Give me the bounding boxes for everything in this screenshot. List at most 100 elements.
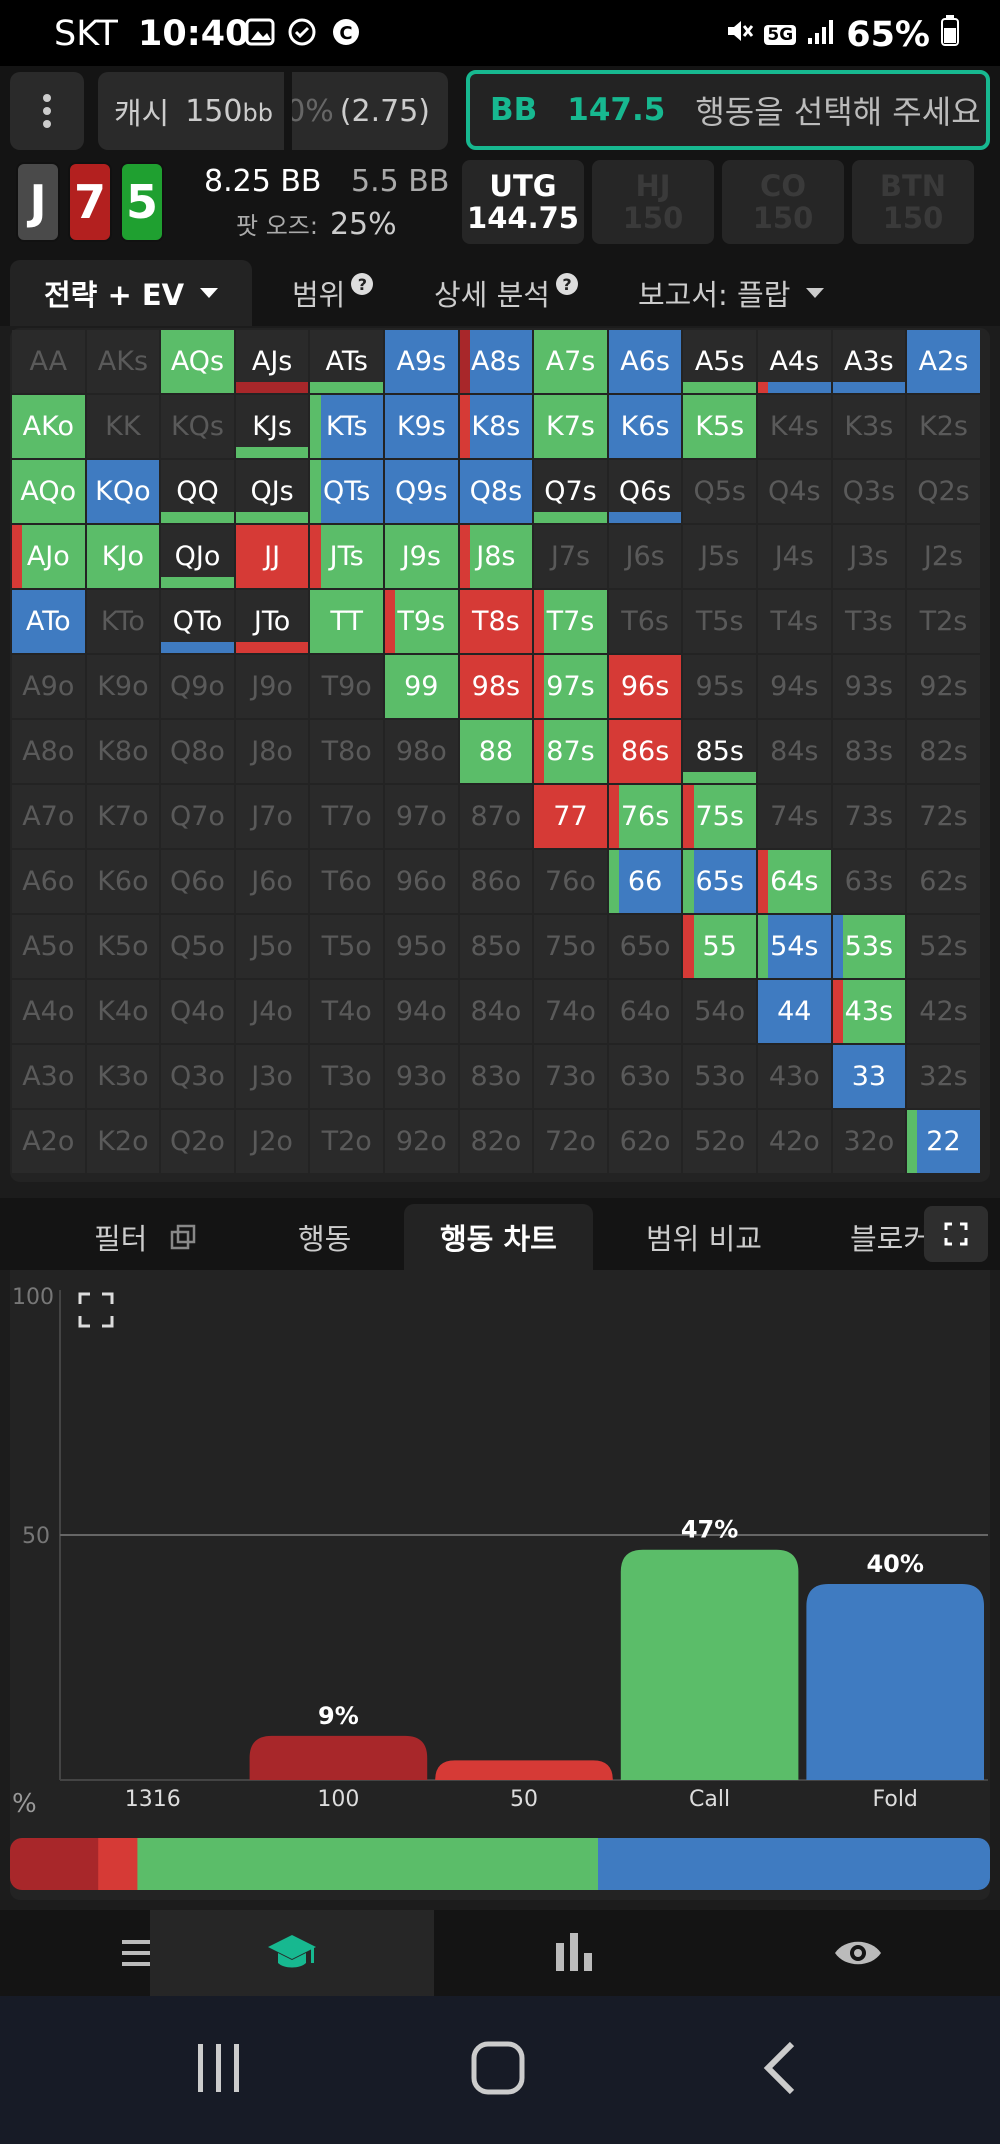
hand-cell[interactable]: K5s xyxy=(683,395,756,458)
hand-cell[interactable]: 65s xyxy=(683,850,756,913)
hand-cell[interactable]: QTs xyxy=(310,460,383,523)
hand-cell[interactable]: Q5o xyxy=(161,915,234,978)
hand-cell[interactable]: 64o xyxy=(608,980,682,1043)
hand-cell[interactable]: J7o xyxy=(235,785,309,848)
hand-cell[interactable]: T4s xyxy=(758,590,831,653)
hand-cell[interactable]: Q3s xyxy=(832,460,906,523)
hand-cell[interactable]: 74s xyxy=(758,785,831,848)
game-type-selector[interactable]: 캐시 150bb xyxy=(98,72,284,150)
tab-range[interactable]: 범위? xyxy=(292,260,374,326)
hand-cell[interactable]: TT xyxy=(310,590,383,653)
hand-cell[interactable]: AQs xyxy=(161,330,234,393)
hand-cell[interactable]: 53o xyxy=(683,1045,756,1108)
hand-cell[interactable]: 32o xyxy=(832,1110,906,1173)
hand-cell[interactable]: 82s xyxy=(907,720,980,783)
hand-cell[interactable]: QQ xyxy=(161,460,234,523)
hand-cell[interactable]: 85o xyxy=(459,915,533,978)
hand-cell[interactable]: K3o xyxy=(86,1045,160,1108)
hand-cell[interactable]: T6o xyxy=(310,850,383,913)
hand-cell[interactable]: K2s xyxy=(907,395,980,458)
hand-cell[interactable]: Q2s xyxy=(907,460,980,523)
position-btn[interactable]: BTN 150 xyxy=(852,160,974,244)
hand-cell[interactable]: Q8s xyxy=(459,460,533,523)
hand-cell[interactable]: 64s xyxy=(758,850,831,913)
hand-cell[interactable]: J7s xyxy=(534,525,607,588)
hand-cell[interactable]: K8o xyxy=(86,720,160,783)
board-card-2[interactable]: 7 xyxy=(68,162,112,242)
hand-cell[interactable]: QJs xyxy=(235,460,309,523)
hand-cell[interactable]: 66 xyxy=(608,850,682,913)
hand-cell[interactable]: T8o xyxy=(310,720,383,783)
hand-cell[interactable]: Q4o xyxy=(161,980,234,1043)
hand-cell[interactable]: A7o xyxy=(12,785,85,848)
board-card-3[interactable]: 5 xyxy=(120,162,164,242)
hand-cell[interactable]: 93s xyxy=(832,655,906,718)
hand-cell[interactable]: T3s xyxy=(832,590,906,653)
hand-cell[interactable]: 98o xyxy=(385,720,458,783)
recents-icon[interactable] xyxy=(194,2042,244,2094)
hand-cell[interactable]: 96s xyxy=(608,655,682,718)
hand-cell[interactable]: 54s xyxy=(758,915,831,978)
hand-cell[interactable]: A6o xyxy=(12,850,85,913)
hand-cell[interactable]: 72o xyxy=(534,1110,607,1173)
hand-cell[interactable]: 88 xyxy=(459,720,533,783)
hand-cell[interactable]: JTo xyxy=(235,590,309,653)
hand-cell[interactable]: J4s xyxy=(758,525,831,588)
hand-cell[interactable]: AA xyxy=(12,330,85,393)
hand-cell[interactable]: 86s xyxy=(608,720,682,783)
hand-cell[interactable]: K6s xyxy=(608,395,682,458)
hand-cell[interactable]: K7s xyxy=(534,395,607,458)
tab-blocker[interactable]: 블로커 xyxy=(850,1204,926,1270)
hand-cell[interactable]: 62o xyxy=(608,1110,682,1173)
hand-cell[interactable]: T6s xyxy=(608,590,682,653)
hand-cell[interactable]: 76s xyxy=(608,785,682,848)
hand-cell[interactable]: A4o xyxy=(12,980,85,1043)
hand-cell[interactable]: 42s xyxy=(907,980,980,1043)
hand-cell[interactable]: K3s xyxy=(832,395,906,458)
hand-cell[interactable]: A9s xyxy=(385,330,458,393)
hand-cell[interactable]: J3o xyxy=(235,1045,309,1108)
tab-strategy-ev[interactable]: 전략 + EV xyxy=(10,260,253,326)
hand-cell[interactable]: AKs xyxy=(86,330,160,393)
hand-cell[interactable]: AJo xyxy=(12,525,85,588)
hand-cell[interactable]: A4s xyxy=(758,330,831,393)
hand-cell[interactable]: K8s xyxy=(459,395,533,458)
hand-cell[interactable]: Q5s xyxy=(683,460,756,523)
hand-cell[interactable]: K2o xyxy=(86,1110,160,1173)
hand-cell[interactable]: A8s xyxy=(459,330,533,393)
hand-cell[interactable]: KJo xyxy=(86,525,160,588)
hand-cell[interactable]: 93o xyxy=(385,1045,458,1108)
hand-cell[interactable]: T2o xyxy=(310,1110,383,1173)
hand-cell[interactable]: Q7o xyxy=(161,785,234,848)
hand-cell[interactable]: 97s xyxy=(534,655,607,718)
hand-cell[interactable]: 73s xyxy=(832,785,906,848)
hand-cell[interactable]: Q3o xyxy=(161,1045,234,1108)
help-icon[interactable]: ? xyxy=(555,273,578,295)
hand-cell[interactable]: T7s xyxy=(534,590,607,653)
hand-cell[interactable]: KJs xyxy=(235,395,309,458)
hand-cell[interactable]: 53s xyxy=(832,915,906,978)
tab-range-compare[interactable]: 범위 비교 xyxy=(646,1204,762,1270)
action-prompt[interactable]: BB 147.5 행동을 선택해 주세요 xyxy=(466,70,990,150)
hand-cell[interactable]: 62s xyxy=(907,850,980,913)
hand-cell[interactable]: A2s xyxy=(907,330,980,393)
hand-cell[interactable]: T3o xyxy=(310,1045,383,1108)
expand-icon[interactable] xyxy=(78,1292,114,1328)
hand-cell[interactable]: 72s xyxy=(907,785,980,848)
hand-cell[interactable]: J4o xyxy=(235,980,309,1043)
hand-cell[interactable]: 98s xyxy=(459,655,533,718)
hand-cell[interactable]: A5s xyxy=(683,330,756,393)
hand-cell[interactable]: T9s xyxy=(385,590,458,653)
hand-cell[interactable]: K5o xyxy=(86,915,160,978)
hand-cell[interactable]: J6s xyxy=(608,525,682,588)
hand-cell[interactable]: 32s xyxy=(907,1045,980,1108)
back-icon[interactable] xyxy=(762,2040,798,2096)
hand-cell[interactable]: A8o xyxy=(12,720,85,783)
hand-cell[interactable]: J9o xyxy=(235,655,309,718)
hand-cell[interactable]: J8s xyxy=(459,525,533,588)
hand-cell[interactable]: ATs xyxy=(310,330,383,393)
hand-cell[interactable]: JJ xyxy=(235,525,309,588)
hand-cell[interactable]: 84s xyxy=(758,720,831,783)
hand-cell[interactable]: 52o xyxy=(683,1110,756,1173)
hand-cell[interactable]: A3s xyxy=(832,330,906,393)
